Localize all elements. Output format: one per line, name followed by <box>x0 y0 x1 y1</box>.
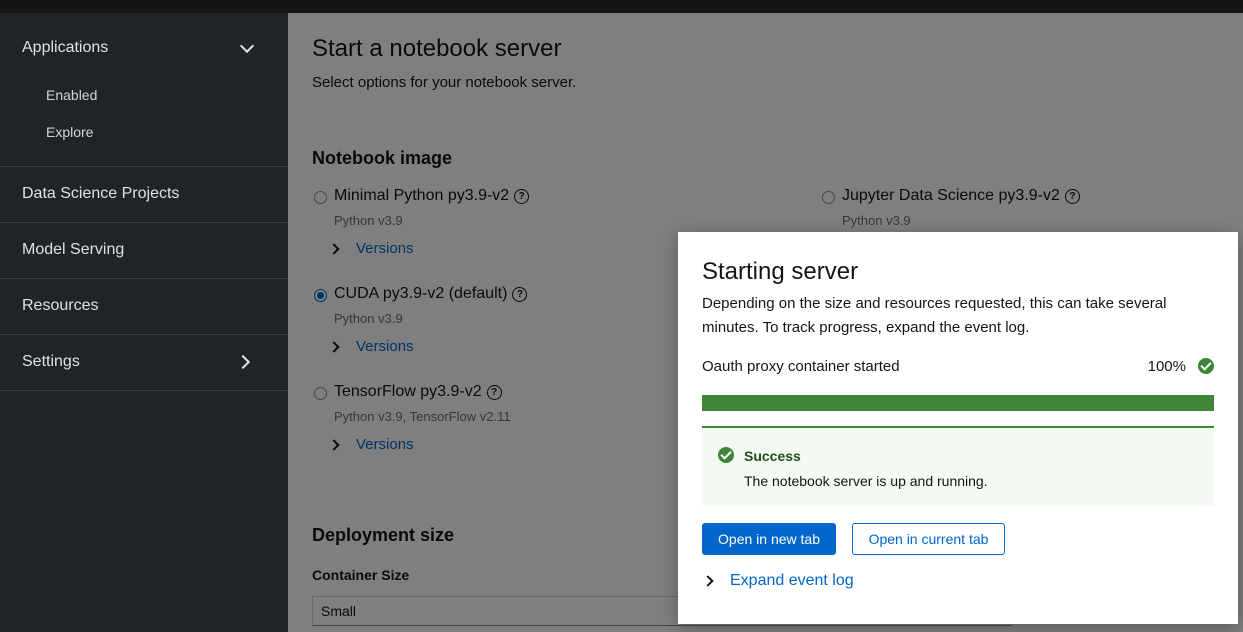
sidebar-nav: Applications Enabled Explore Data Scienc… <box>0 13 288 632</box>
nav-applications[interactable]: Applications <box>22 39 108 57</box>
progress-bar <box>702 395 1214 411</box>
check-circle-icon <box>718 447 734 463</box>
nav-divider <box>0 278 288 279</box>
modal-description: Depending on the size and resources requ… <box>702 295 1167 336</box>
nav-item-model-serving[interactable]: Model Serving <box>22 241 124 259</box>
check-circle-icon <box>1198 358 1214 374</box>
nav-item-settings[interactable]: Settings <box>22 353 80 371</box>
top-masthead <box>0 0 1243 13</box>
nav-item-data-science-projects[interactable]: Data Science Projects <box>22 185 179 203</box>
alert-body: The notebook server is up and running. <box>744 473 988 489</box>
nav-divider <box>0 334 288 335</box>
chevron-right-icon[interactable] <box>235 354 251 370</box>
progress-percent: 100% <box>1147 358 1186 375</box>
modal-title: Starting server <box>702 258 859 285</box>
nav-item-explore[interactable]: Explore <box>46 124 93 140</box>
nav-item-resources[interactable]: Resources <box>22 297 98 315</box>
nav-divider <box>0 222 288 223</box>
progress-bar-fill <box>702 395 1214 411</box>
open-in-new-tab-button[interactable]: Open in new tab <box>702 523 836 555</box>
expand-event-log-link[interactable]: Expand event log <box>730 572 854 590</box>
progress-label: Oauth proxy container started <box>702 358 900 375</box>
alert-title: Success <box>744 448 801 464</box>
nav-item-enabled[interactable]: Enabled <box>46 87 97 103</box>
chevron-right-icon[interactable] <box>702 575 714 587</box>
nav-divider <box>0 166 288 167</box>
starting-server-modal: Starting server Depending on the size an… <box>678 232 1238 624</box>
chevron-down-icon[interactable] <box>239 38 255 54</box>
success-alert: Success The notebook server is up and ru… <box>702 426 1214 506</box>
nav-divider <box>0 390 288 391</box>
open-in-current-tab-button[interactable]: Open in current tab <box>852 523 1005 555</box>
